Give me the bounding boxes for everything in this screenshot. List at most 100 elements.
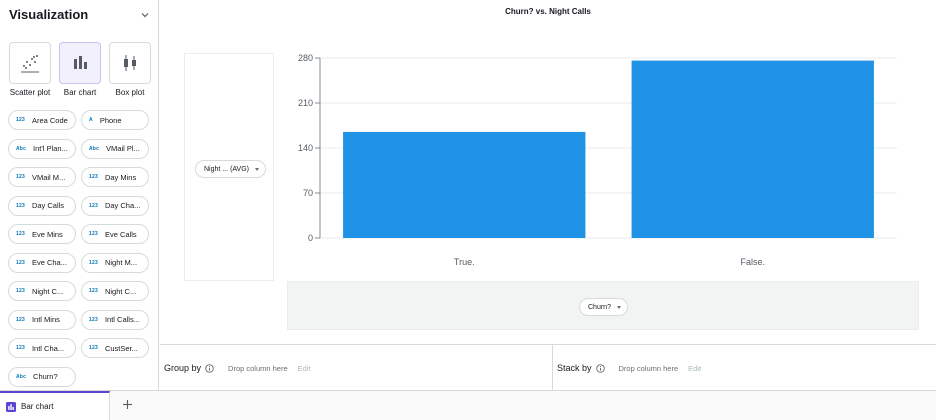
y-axis-drop-zone[interactable]: Night ... (AVG) xyxy=(184,53,274,281)
column-chip[interactable]: 123 Day Mins xyxy=(81,167,149,187)
column-type-icon: A xyxy=(89,117,93,123)
column-chip[interactable]: 123 Night C... xyxy=(81,281,149,301)
column-chip-label: Day Cha... xyxy=(104,201,141,210)
column-type-icon: 123 xyxy=(16,117,25,123)
viz-type-bar-chart[interactable]: Bar chart xyxy=(58,42,102,108)
column-chip[interactable]: 123 Intl Calls... xyxy=(81,309,149,330)
column-type-icon: Abc xyxy=(16,145,27,152)
column-type-icon: 123 xyxy=(16,345,25,351)
column-type-icon: 123 xyxy=(16,316,25,323)
column-chip-label: Eve Mins xyxy=(31,229,63,239)
bar-true xyxy=(343,131,586,238)
y-axis-pill[interactable]: Night ... (AVG) xyxy=(195,160,266,178)
bar-chart-icon xyxy=(6,401,16,412)
x-axis-drop-zone[interactable]: Churn? xyxy=(287,281,919,330)
column-chip-label: Intl Cha... xyxy=(31,343,65,353)
add-tab-button[interactable] xyxy=(117,394,137,414)
column-chip-label: Eve Cha... xyxy=(31,258,67,267)
column-type-icon: 123 xyxy=(89,316,98,323)
x-axis-pill-label: Churn? xyxy=(588,303,611,311)
column-type-icon: 123 xyxy=(16,231,25,237)
visualization-sidebar: Visualization Scatter plot Bar chart Box… xyxy=(0,0,159,390)
sidebar-header[interactable]: Visualization xyxy=(0,0,158,30)
group-by-shelf[interactable]: Group by Drop column here Edit xyxy=(164,345,311,391)
y-tick-label: 70 xyxy=(303,188,313,198)
y-tick-label: 210 xyxy=(298,98,313,108)
column-chip[interactable]: 123 Intl Mins xyxy=(8,309,76,330)
caret-down-icon xyxy=(616,305,621,309)
column-chip[interactable]: Abc Int'l Plan... xyxy=(8,138,76,159)
column-chip[interactable]: 123 Intl Cha... xyxy=(8,338,76,358)
y-axis-pill-label: Night ... (AVG) xyxy=(204,165,249,173)
info-icon[interactable] xyxy=(595,363,605,373)
column-chip[interactable]: 123 Night M... xyxy=(81,252,149,273)
viz-type-label: Scatter plot xyxy=(9,88,51,97)
column-chip-label: Night C... xyxy=(31,286,64,296)
column-chip[interactable]: 123 Night C... xyxy=(8,281,76,301)
group-by-drop-placeholder: Drop column here xyxy=(228,363,288,373)
stack-by-label: Stack by xyxy=(557,363,592,373)
stack-by-shelf[interactable]: Stack by Drop column here Edit xyxy=(557,345,701,391)
column-chip[interactable]: Abc VMail Pl... xyxy=(81,138,149,159)
column-chip-label: Eve Calls xyxy=(104,229,137,239)
column-chip-label: Int'l Plan... xyxy=(33,144,68,153)
info-icon[interactable] xyxy=(205,363,214,373)
column-chip[interactable]: 123 Area Code xyxy=(8,110,76,130)
column-chip-label: Intl Calls... xyxy=(104,315,140,324)
column-chip-label: CustSer... xyxy=(104,343,138,353)
column-type-icon: 123 xyxy=(16,259,25,266)
column-chip-label: Intl Mins xyxy=(31,315,60,324)
column-chip[interactable]: 123 Day Cha... xyxy=(81,195,149,216)
column-chip[interactable]: Abc Churn? xyxy=(8,366,76,387)
column-chip-label: Day Calls xyxy=(31,201,65,210)
column-chip[interactable]: 123 CustSer... xyxy=(81,338,149,358)
bar-chart-icon xyxy=(74,56,87,69)
column-type-icon: 123 xyxy=(16,174,25,180)
box-plot-icon xyxy=(124,55,136,71)
caret-down-icon xyxy=(255,167,259,171)
group-by-edit-link[interactable]: Edit xyxy=(298,364,311,373)
y-tick-label: 280 xyxy=(298,53,313,63)
tab-bar-chart[interactable]: Bar chart xyxy=(0,391,110,420)
column-type-icon: 123 xyxy=(89,259,98,266)
column-type-icon: 123 xyxy=(89,231,98,237)
column-list: 123 Area Code A Phone Abc Int'l Plan... Abc VMa… xyxy=(0,110,158,390)
bar-chart-plot: 0 70 140 210 280 True. False. xyxy=(298,53,897,267)
column-chip[interactable]: 123 Eve Cha... xyxy=(8,252,76,273)
column-chip[interactable]: 123 Day Calls xyxy=(8,195,76,216)
column-chip[interactable]: 123 VMail M... xyxy=(8,167,76,187)
visualization-tab-bar: Bar chart xyxy=(0,390,936,420)
tab-label: Bar chart xyxy=(21,402,54,411)
bar-false xyxy=(631,60,874,238)
column-chip[interactable]: 123 Eve Mins xyxy=(8,224,76,244)
viz-type-label: Bar chart xyxy=(63,88,97,97)
chart-title: Churn? vs. Night Calls xyxy=(505,7,591,16)
viz-type-label: Box plot xyxy=(115,88,145,97)
group-by-label: Group by xyxy=(164,363,202,373)
column-type-icon: 123 xyxy=(16,202,25,209)
column-type-icon: 123 xyxy=(89,202,98,209)
box-plot-tile xyxy=(109,42,151,84)
viz-type-scatter-plot[interactable]: Scatter plot xyxy=(8,42,52,108)
viz-type-box-plot[interactable]: Box plot xyxy=(108,42,152,108)
scatter-plot-tile xyxy=(9,42,51,84)
y-tick-label: 140 xyxy=(298,143,313,153)
chevron-down-icon[interactable] xyxy=(140,10,150,20)
column-type-icon: 123 xyxy=(89,345,98,351)
column-chip-label: Area Code xyxy=(31,115,68,125)
visualization-type-picker: Scatter plot Bar chart Box plot xyxy=(0,42,158,112)
stack-by-edit-link[interactable]: Edit xyxy=(688,364,701,373)
column-chip-label: Churn? xyxy=(33,372,58,381)
column-chip-label: Phone xyxy=(99,115,122,125)
chart-canvas: Churn? vs. Night Calls Night ... (AVG) 0… xyxy=(160,0,936,344)
shelf-divider xyxy=(552,345,553,391)
column-chip-label: Night M... xyxy=(104,258,138,267)
bar-chart-tile xyxy=(59,42,101,84)
plus-icon xyxy=(122,399,132,409)
column-type-icon: 123 xyxy=(89,174,98,180)
column-chip[interactable]: 123 Eve Calls xyxy=(81,224,149,244)
column-chip[interactable]: A Phone xyxy=(81,110,149,130)
x-axis-pill[interactable]: Churn? xyxy=(579,298,628,316)
x-tick-label: True. xyxy=(454,257,475,267)
encoding-shelves: Group by Drop column here Edit Stack by … xyxy=(160,344,936,391)
